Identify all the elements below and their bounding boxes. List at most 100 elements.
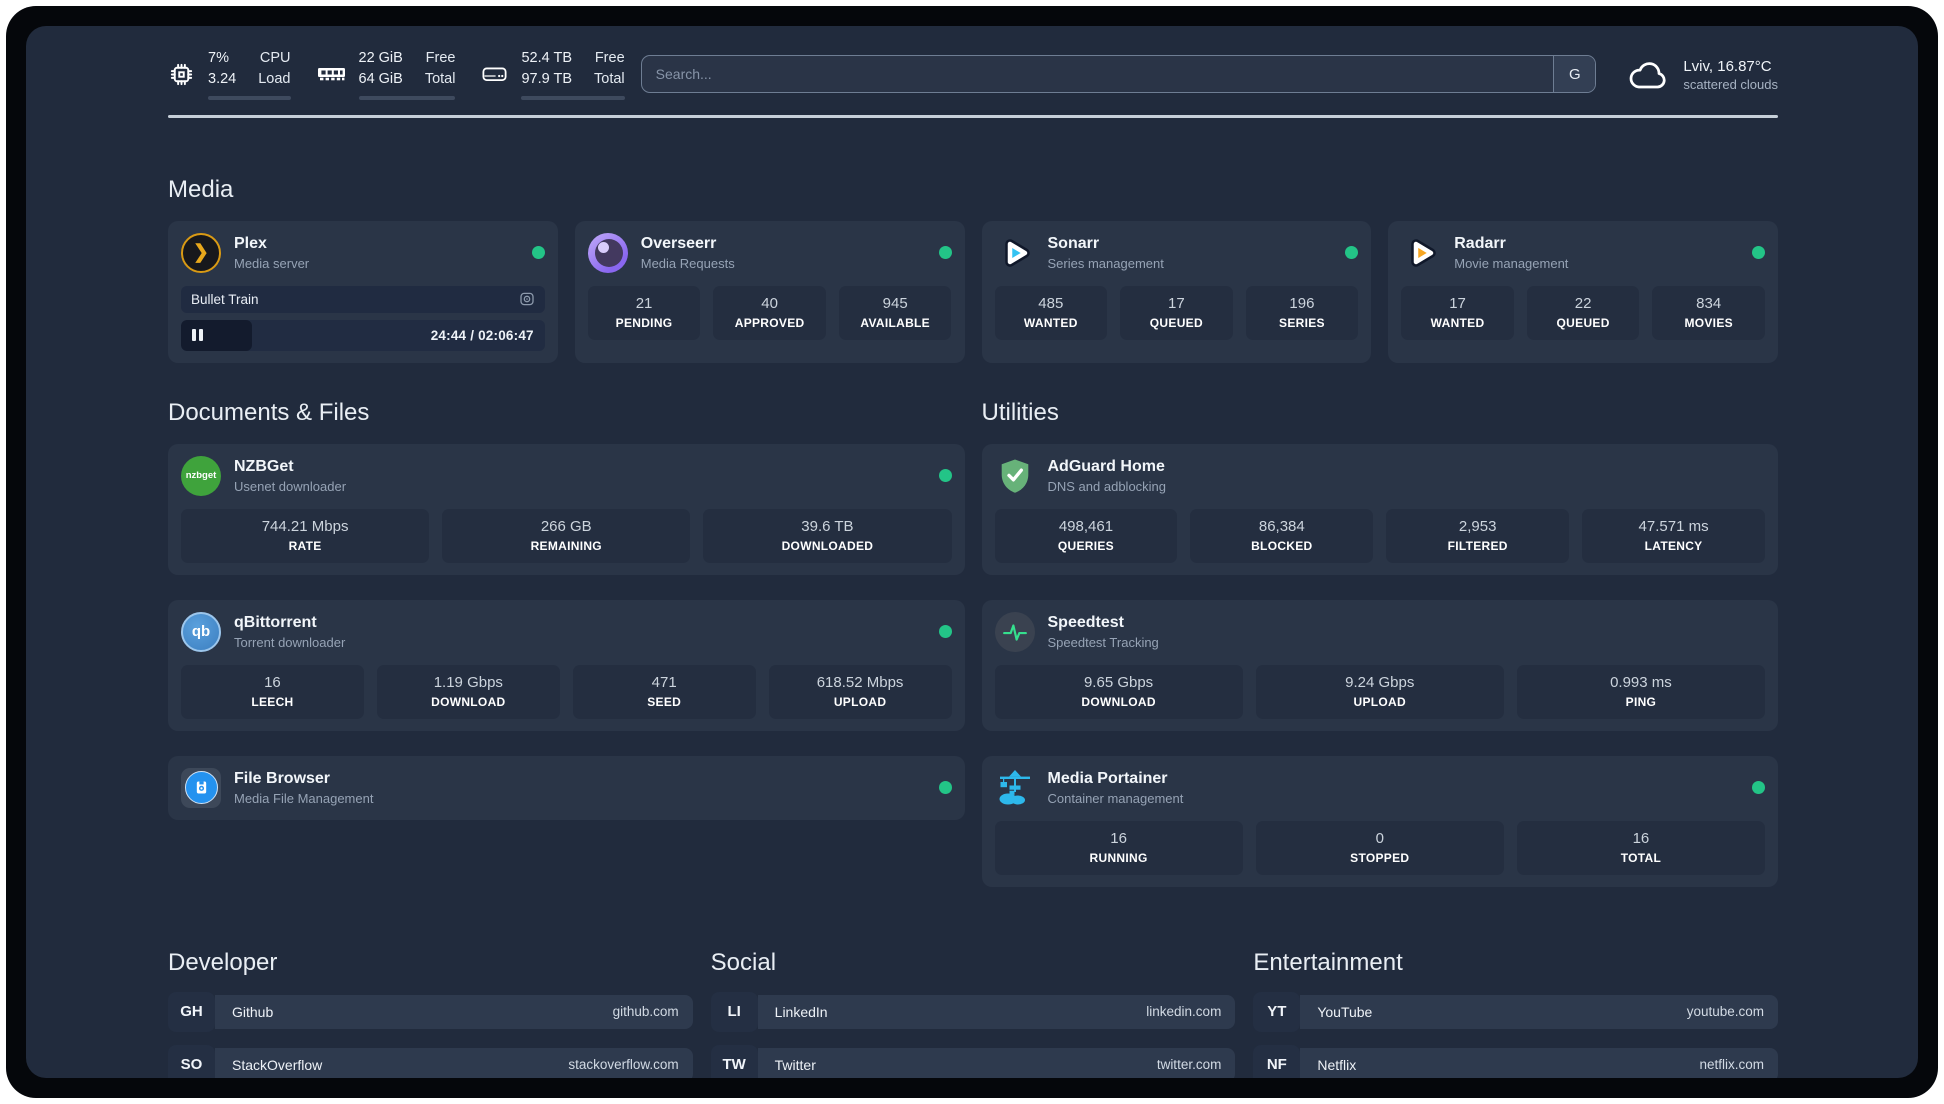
- status-online-dot: [1752, 246, 1765, 259]
- stat-label: RUNNING: [1089, 850, 1148, 865]
- app-subtitle: Media File Management: [234, 790, 374, 806]
- metric-progress-track: [208, 95, 291, 101]
- now-playing-track: Bullet Train: [191, 291, 259, 307]
- stat-label: FILTERED: [1447, 538, 1508, 553]
- app-card-nzbget[interactable]: nzbget NZBGet Usenet downloader 744.21 M…: [168, 443, 965, 575]
- app-card-media-portainer[interactable]: Media Portainer Container management 16 …: [981, 755, 1778, 887]
- link-stackoverflow[interactable]: SO StackOverflow stackoverflow.com: [168, 1044, 693, 1078]
- app-name: qBittorrent: [234, 613, 317, 631]
- search-input[interactable]: [641, 56, 1554, 92]
- stat-upload: 9.24 Gbps UPLOAD: [1255, 664, 1504, 719]
- search-engine-button[interactable]: G: [1553, 56, 1596, 92]
- app-card-speedtest[interactable]: Speedtest Speedtest Tracking 9.65 Gbps D…: [981, 599, 1778, 731]
- card-header: Media Portainer Container management: [995, 768, 1765, 808]
- app-card-file-browser[interactable]: File Browser Media File Management: [168, 755, 965, 820]
- playback-time: 24:44 / 02:06:47: [430, 327, 534, 343]
- status-online-dot: [1752, 781, 1765, 794]
- documents-card-list: nzbget NZBGet Usenet downloader 744.21 M…: [168, 443, 965, 820]
- link-tag: LI: [710, 991, 758, 1032]
- stat-approved: 40 APPROVED: [713, 285, 826, 340]
- stat-seed: 471 SEED: [572, 664, 756, 719]
- section-title-entertainment: Entertainment: [1253, 948, 1403, 976]
- link-name: Netflix: [1317, 1056, 1357, 1073]
- stat-value: 0: [1375, 829, 1384, 847]
- app-card-overseerr[interactable]: Overseerr Media Requests 21 PENDING 40 A…: [574, 220, 965, 363]
- section-title-social: Social: [710, 948, 777, 976]
- link-github[interactable]: GH Github github.com: [168, 991, 693, 1032]
- stat-value: 47.571 ms: [1638, 517, 1709, 535]
- stat-label: APPROVED: [734, 315, 805, 330]
- adguard-icon: [995, 456, 1035, 496]
- status-online-dot: [938, 469, 952, 482]
- media-card-grid: ❯ Plex Media server Bullet Train 24:44 /…: [168, 220, 1778, 363]
- app-subtitle: Usenet downloader: [234, 478, 347, 494]
- stat-value: 744.21 Mbps: [261, 517, 349, 535]
- stat-value: 618.52 Mbps: [816, 673, 904, 691]
- stat-value: 39.6 TB: [801, 517, 854, 535]
- app-card-plex[interactable]: ❯ Plex Media server Bullet Train 24:44 /…: [168, 220, 558, 363]
- app-name: AdGuard Home: [1047, 457, 1165, 475]
- card-header: qb qBittorrent Torrent downloader: [181, 611, 952, 652]
- stat-upload: 618.52 Mbps UPLOAD: [768, 664, 952, 719]
- stat-value: 16: [264, 673, 281, 691]
- app-card-radarr[interactable]: Radarr Movie management 17 WANTED 22 QUE…: [1388, 220, 1778, 363]
- stats-row: 16 RUNNING 0 STOPPED 16 TOTAL: [994, 820, 1766, 875]
- link-rows: GH Github github.com SO StackOverflow st…: [168, 991, 693, 1078]
- stat-pending: 21 PENDING: [587, 285, 701, 340]
- filebrowser-icon: [181, 767, 221, 808]
- app-name: Radarr: [1454, 234, 1506, 252]
- stat-downloaded: 39.6 TB DOWNLOADED: [703, 508, 952, 563]
- metric-labels: CPU Load: [258, 49, 291, 87]
- stat-label: QUEUED: [1149, 315, 1203, 330]
- link-twitter[interactable]: TW Twitter twitter.com: [710, 1044, 1236, 1078]
- link-tag: SO: [168, 1044, 215, 1078]
- stats-row: 9.65 Gbps DOWNLOAD 9.24 Gbps UPLOAD 0.99…: [994, 664, 1766, 719]
- link-tag: YT: [1253, 991, 1301, 1032]
- link-linkedin[interactable]: LI LinkedIn linkedin.com: [710, 991, 1236, 1032]
- two-column-area: Documents & Files nzbget NZBGet Usenet d…: [168, 399, 1778, 887]
- overseerr-icon: [587, 232, 628, 273]
- app-card-sonarr[interactable]: Sonarr Series management 485 WANTED 17 Q…: [981, 220, 1372, 363]
- stat-value: 0.993 ms: [1610, 673, 1672, 691]
- stat-label: BLOCKED: [1251, 538, 1313, 553]
- link-netflix[interactable]: NF Netflix netflix.com: [1253, 1044, 1778, 1078]
- stat-label: QUERIES: [1057, 538, 1114, 553]
- sonarr-icon: [995, 233, 1035, 273]
- pause-button[interactable]: [192, 329, 203, 341]
- cloud-icon: [1626, 58, 1670, 91]
- stat-label: WANTED: [1430, 315, 1485, 330]
- app-subtitle: Torrent downloader: [234, 634, 346, 650]
- link-tag: NF: [1253, 1044, 1301, 1078]
- app-subtitle: Media Requests: [640, 255, 735, 271]
- link-youtube[interactable]: YT YouTube youtube.com: [1253, 991, 1778, 1032]
- app-card-adguard-home[interactable]: AdGuard Home DNS and adblocking 498,461 …: [981, 443, 1778, 575]
- dashboard-content: 7% 3.24 CPU Load 22 GiB 64 GiB Free Total 52…: [26, 26, 1918, 1078]
- weather-widget: Lviv, 16.87°C scattered clouds: [1626, 56, 1778, 92]
- card-header: nzbget NZBGet Usenet downloader: [181, 455, 952, 496]
- stat-remaining: 266 GB REMAINING: [442, 508, 691, 563]
- section-title-utilities: Utilities: [981, 398, 1059, 426]
- metric-labels: Free Total: [424, 49, 456, 87]
- radarr-icon: [1401, 233, 1441, 273]
- search-bar[interactable]: G: [640, 55, 1597, 93]
- app-subtitle: Series management: [1047, 255, 1164, 271]
- section-title-media: Media: [168, 175, 234, 203]
- stat-label: DOWNLOADED: [781, 538, 874, 553]
- app-card-qbittorrent[interactable]: qb qBittorrent Torrent downloader 16 LEE…: [168, 599, 965, 731]
- app-subtitle: Container management: [1047, 790, 1184, 806]
- utilities-column: Utilities AdGuard Home DNS and adblockin…: [981, 398, 1778, 887]
- portainer-icon: [995, 768, 1035, 808]
- stat-download: 1.19 Gbps DOWNLOAD: [376, 664, 560, 719]
- stats-row: 16 LEECH 1.19 Gbps DOWNLOAD 471 SEED 618…: [181, 664, 952, 719]
- link-name: Github: [232, 1003, 274, 1020]
- topbar-divider: [168, 115, 1778, 118]
- stats-row: 17 WANTED 22 QUEUED 834 MOVIES: [1401, 285, 1765, 340]
- metric-cpu: 7% 3.24 CPU Load: [168, 48, 291, 101]
- stat-label: SERIES: [1279, 315, 1325, 330]
- stat-ping: 0.993 ms PING: [1516, 664, 1766, 719]
- qbittorrent-icon: qb: [181, 611, 221, 652]
- stat-label: AVAILABLE: [860, 315, 930, 330]
- stat-running: 16 RUNNING: [994, 820, 1243, 875]
- stat-label: LEECH: [251, 694, 294, 709]
- speedtest-icon: [994, 611, 1035, 652]
